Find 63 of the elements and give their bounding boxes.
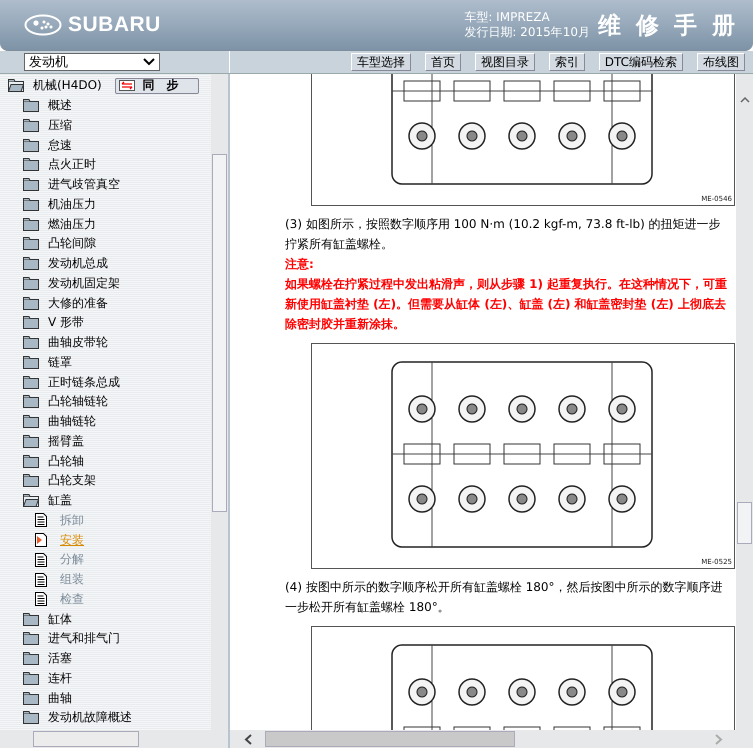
tree-item[interactable]: 凸轮轴链轮	[48, 393, 108, 410]
chevron-left-icon	[244, 734, 252, 745]
tree-item[interactable]: 怠速	[48, 136, 72, 154]
tree-item[interactable]: 曲轴链轮	[48, 413, 96, 430]
brand-name: SUBARU	[68, 13, 161, 37]
tree-item[interactable]: 燃油压力	[48, 216, 96, 233]
tree-item[interactable]: 摇臂盖	[48, 432, 84, 450]
chevron-down-icon	[143, 58, 155, 66]
tree-item[interactable]: 机油压力	[48, 196, 96, 213]
nav-button[interactable]: 索引	[548, 53, 585, 71]
tree-item[interactable]: 凸轮支架	[48, 472, 96, 490]
tree-item[interactable]: 机械(H4DO)	[33, 77, 102, 94]
tree-item[interactable]: 链罩	[48, 354, 72, 371]
scrollbar-thumb[interactable]	[33, 731, 139, 747]
tree-item[interactable]: 连杆	[48, 670, 72, 687]
document-icon	[35, 513, 47, 528]
stars-oval-logo-icon	[24, 14, 62, 36]
nav-button[interactable]: 布线图	[697, 53, 745, 71]
nav-button[interactable]: 视图目录	[474, 53, 535, 71]
tree-item[interactable]: V 形带	[48, 314, 84, 332]
scrollbar-thumb[interactable]	[737, 502, 752, 544]
tree-item[interactable]: 缸盖	[48, 492, 72, 510]
sync-button[interactable]: 同步	[114, 78, 199, 94]
tree-item[interactable]: 压缩	[48, 116, 72, 134]
instruction-text: (4) 按图中所示的数字顺序松开所有缸盖螺栓 180°，然后按图中所示的数字顺序进一步松开所有缸盖螺栓 180°。	[285, 579, 724, 616]
tree-item[interactable]: 凸轮间隙	[48, 235, 96, 252]
instruction-text: (3) 如图所示，按照数字顺序用 100 N·m (10.2 kgf-m, 73.8 ft-lb) 的扭矩进一步拧紧所有缸盖螺栓。	[285, 216, 722, 253]
manual-title: 维修手册	[598, 12, 750, 40]
model-text: 车型: IMPREZA	[464, 10, 551, 25]
nav-button[interactable]: DTC编码检索	[598, 53, 683, 71]
tree-item[interactable]: 凸轮轴	[48, 452, 84, 470]
chevron-up-icon	[740, 96, 750, 103]
nav-button[interactable]: 首页	[424, 53, 461, 71]
document-icon	[35, 572, 47, 587]
document-arrow-icon	[35, 533, 47, 548]
tree-item[interactable]: 曲轴	[48, 690, 72, 707]
tree-item[interactable]: 概述	[48, 97, 72, 114]
tree-item[interactable]: 活塞	[48, 650, 72, 668]
tree-item[interactable]: 点火正时	[48, 156, 96, 174]
nav-button[interactable]: 车型选择	[350, 53, 411, 71]
horizontal-scrollbar[interactable]	[0, 730, 228, 748]
horizontal-scrollbar[interactable]	[230, 730, 753, 748]
issue-date-text: 发行日期: 2015年10月	[464, 25, 590, 40]
instruction-text: 如果螺栓在拧紧过程中发出粘滑声，则从步骤 1) 起重复执行。在这种情况下，可重新使用缸盖衬垫 (左)。但需要从缸体 (左)、缸盖 (左) 和缸盖密封垫 (左) 上彻底去除密封胶并重新涂抹。	[285, 276, 728, 333]
tree-item[interactable]: 发动机总成	[48, 255, 108, 272]
swap-arrows-icon	[118, 80, 135, 92]
vertical-scrollbar[interactable]	[211, 74, 228, 730]
tree-item[interactable]: 大修的准备	[48, 294, 108, 312]
document-icon	[35, 592, 47, 606]
scrollbar-thumb[interactable]	[265, 731, 515, 747]
tree-item[interactable]: 发动机故障概述	[48, 709, 132, 726]
vertical-scrollbar[interactable]	[736, 74, 753, 730]
tree-item[interactable]: 进气和排气门	[48, 630, 120, 648]
instruction-text: 注意:	[285, 256, 315, 273]
tree-item[interactable]: 发动机固定架	[48, 274, 120, 292]
tree-item[interactable]: 缸体	[48, 610, 72, 628]
document-icon	[35, 552, 47, 567]
tree-item[interactable]: 正时链条总成	[48, 374, 120, 391]
tree-item[interactable]: 曲轴皮带轮	[48, 334, 108, 352]
chevron-right-icon	[715, 734, 723, 745]
section-select[interactable]: 发动机	[24, 53, 160, 71]
scrollbar-thumb[interactable]	[212, 154, 227, 512]
tree-item[interactable]: 进气歧管真空	[48, 176, 120, 194]
